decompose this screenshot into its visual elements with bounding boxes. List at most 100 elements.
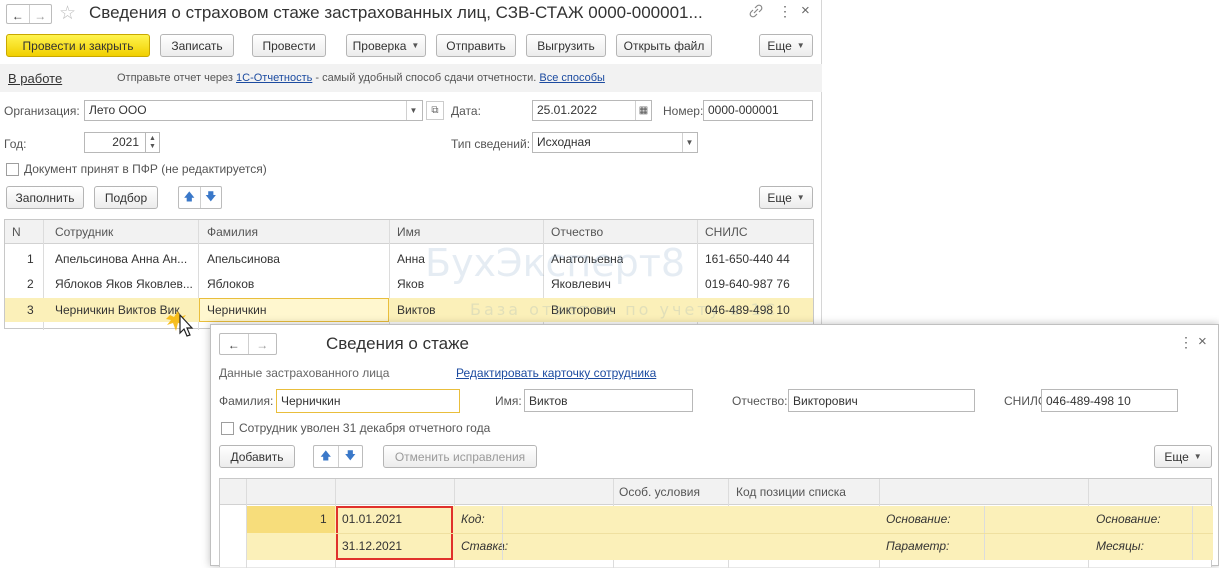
col-header-snils[interactable]: СНИЛС <box>705 225 748 239</box>
year-value: 2021 <box>112 135 139 149</box>
col-header-employee[interactable]: Сотрудник <box>55 225 113 239</box>
status-link[interactable]: В работе <box>8 71 62 86</box>
nav-buttons: ← → <box>6 4 52 24</box>
check-label: Проверка <box>352 38 407 53</box>
export-button[interactable]: Выгрузить <box>526 34 606 57</box>
col-header-first-name[interactable]: Имя <box>397 225 420 239</box>
code-label: Код: <box>461 512 485 526</box>
first-name-field[interactable]: Виктов <box>524 389 693 412</box>
middle-name-field[interactable]: Викторович <box>788 389 975 412</box>
dialog-more-actions-icon[interactable]: ⋮ <box>1179 334 1193 351</box>
experience-table: Особ. условия Код позиции списка 1 01.01… <box>219 478 1213 568</box>
arrow-down-icon: 🡇 <box>205 191 217 203</box>
more-label: Еще <box>767 38 792 53</box>
dialog-back-button[interactable]: ← <box>220 334 248 355</box>
watermark-brand: БухЭксперт8 <box>425 241 686 285</box>
employee-cell: Апельсинова Анна Ан... <box>55 252 188 266</box>
favorite-star-icon[interactable]: ☆ <box>59 2 76 25</box>
move-up-button[interactable]: 🡅 <box>179 187 200 208</box>
col-header-position-code[interactable]: Код позиции списка <box>736 485 846 499</box>
check-dropdown-button[interactable]: Проверка ▼ <box>346 34 426 57</box>
org-value: Лето ООО <box>89 103 147 117</box>
nav-back-button[interactable]: ← <box>7 5 29 26</box>
caret-down-icon: ▼ <box>796 41 805 50</box>
dialog-close-icon[interactable]: × <box>1198 333 1207 350</box>
table-more-button[interactable]: Еще ▼ <box>759 186 813 209</box>
number-field[interactable]: 0000-000001 <box>703 100 813 121</box>
last-name-field[interactable]: Черничкин <box>276 389 460 413</box>
dialog-move-down-button[interactable]: 🡇 <box>339 446 363 467</box>
dialog-more-button[interactable]: Еще ▼ <box>1154 445 1212 468</box>
middle-name-label: Отчество: <box>732 394 788 408</box>
send-button[interactable]: Отправить <box>436 34 516 57</box>
dialog-nav-buttons: ← → <box>219 333 277 355</box>
date-field[interactable]: 25.01.2022 <box>532 100 652 121</box>
org-label: Организация: <box>4 104 80 118</box>
arrow-up-icon: 🡅 <box>183 191 195 203</box>
table-row[interactable]: 2 Яблоков Яков Яковлев... Яблоков Яков Я… <box>5 272 813 296</box>
spin-up-icon[interactable]: ▲ <box>149 135 156 143</box>
row-number: 1 <box>320 512 327 526</box>
last-name-value: Черничкин <box>281 394 341 408</box>
fill-button[interactable]: Заполнить <box>6 186 84 209</box>
add-button[interactable]: Добавить <box>219 445 295 468</box>
info-type-field[interactable]: Исходная <box>532 132 698 153</box>
org-field[interactable]: Лето ООО <box>84 100 423 121</box>
link-icon[interactable] <box>749 4 763 21</box>
reporting-link[interactable]: 1С-Отчетность <box>236 72 312 84</box>
snils-cell: 161-650-440 44 <box>705 252 790 266</box>
date-label: Дата: <box>451 104 481 118</box>
table-row[interactable]: 1 Апельсинова Анна Ан... Апельсинова Анн… <box>5 247 813 271</box>
post-and-close-button[interactable]: Провести и закрыть <box>6 34 150 57</box>
caret-down-icon: ▼ <box>411 41 420 50</box>
org-dropdown-icon[interactable]: ▼ <box>406 101 420 120</box>
col-header-middle-name[interactable]: Отчество <box>551 225 603 239</box>
months-label: Месяцы: <box>1096 539 1144 553</box>
info-type-dropdown-icon[interactable]: ▼ <box>682 133 696 152</box>
col-header-last-name[interactable]: Фамилия <box>207 225 258 239</box>
year-spinner[interactable]: ▲ ▼ <box>145 132 159 153</box>
spin-down-icon[interactable]: ▼ <box>149 143 156 151</box>
all-ways-link[interactable]: Все способы <box>539 72 605 84</box>
mouse-cursor-icon <box>166 311 194 337</box>
first-name-cell: Анна <box>397 252 425 266</box>
experience-table-header <box>220 479 1211 505</box>
row-number: 1 <box>27 252 34 266</box>
open-org-icon[interactable]: ⧉ <box>426 101 444 120</box>
dialog-move-up-button[interactable]: 🡅 <box>314 446 338 467</box>
arrow-right-icon: → <box>256 337 269 352</box>
snils-field[interactable]: 046-489-498 10 <box>1041 389 1178 412</box>
post-button[interactable]: Провести <box>252 34 326 57</box>
middle-name-value: Викторович <box>793 394 858 408</box>
dismissed-checkbox[interactable] <box>221 422 234 435</box>
dialog-more-label: Еще <box>1164 449 1189 464</box>
info-type-label: Тип сведений: <box>451 137 531 151</box>
open-file-button[interactable]: Открыть файл <box>616 34 712 57</box>
edit-employee-card-link[interactable]: Редактировать карточку сотрудника <box>456 366 656 380</box>
table-more-label: Еще <box>767 190 792 205</box>
employee-cell: Яблоков Яков Яковлев... <box>55 277 193 291</box>
more-button[interactable]: Еще ▼ <box>759 34 813 57</box>
accepted-label: Документ принят в ПФР (не редактируется) <box>24 162 267 176</box>
more-actions-icon[interactable]: ⋮ <box>778 3 792 20</box>
last-name-cell: Черничкин <box>207 303 267 317</box>
calendar-icon[interactable]: ▦ <box>635 101 651 120</box>
close-icon[interactable]: × <box>801 2 810 19</box>
col-header-special-conditions[interactable]: Особ. условия <box>619 485 700 499</box>
info-text-after: - самый удобный способ сдачи отчетности. <box>312 72 540 84</box>
snils-value: 046-489-498 10 <box>1046 394 1131 408</box>
dialog-move-buttons: 🡅 🡇 <box>313 445 363 468</box>
dismissed-label: Сотрудник уволен 31 декабря отчетного го… <box>239 421 491 435</box>
accepted-checkbox[interactable] <box>6 163 19 176</box>
cancel-fixes-button[interactable]: Отменить исправления <box>383 445 537 468</box>
dialog-forward-button[interactable]: → <box>249 334 277 355</box>
caret-down-icon: ▼ <box>1193 452 1202 461</box>
save-button[interactable]: Записать <box>160 34 234 57</box>
col-header-n[interactable]: N <box>12 225 21 239</box>
nav-forward-button[interactable]: → <box>30 5 52 26</box>
pick-button[interactable]: Подбор <box>94 186 158 209</box>
move-down-button[interactable]: 🡇 <box>201 187 222 208</box>
snils-cell: 019-640-987 76 <box>705 277 790 291</box>
row-number: 3 <box>27 303 34 317</box>
caret-down-icon: ▼ <box>796 193 805 202</box>
